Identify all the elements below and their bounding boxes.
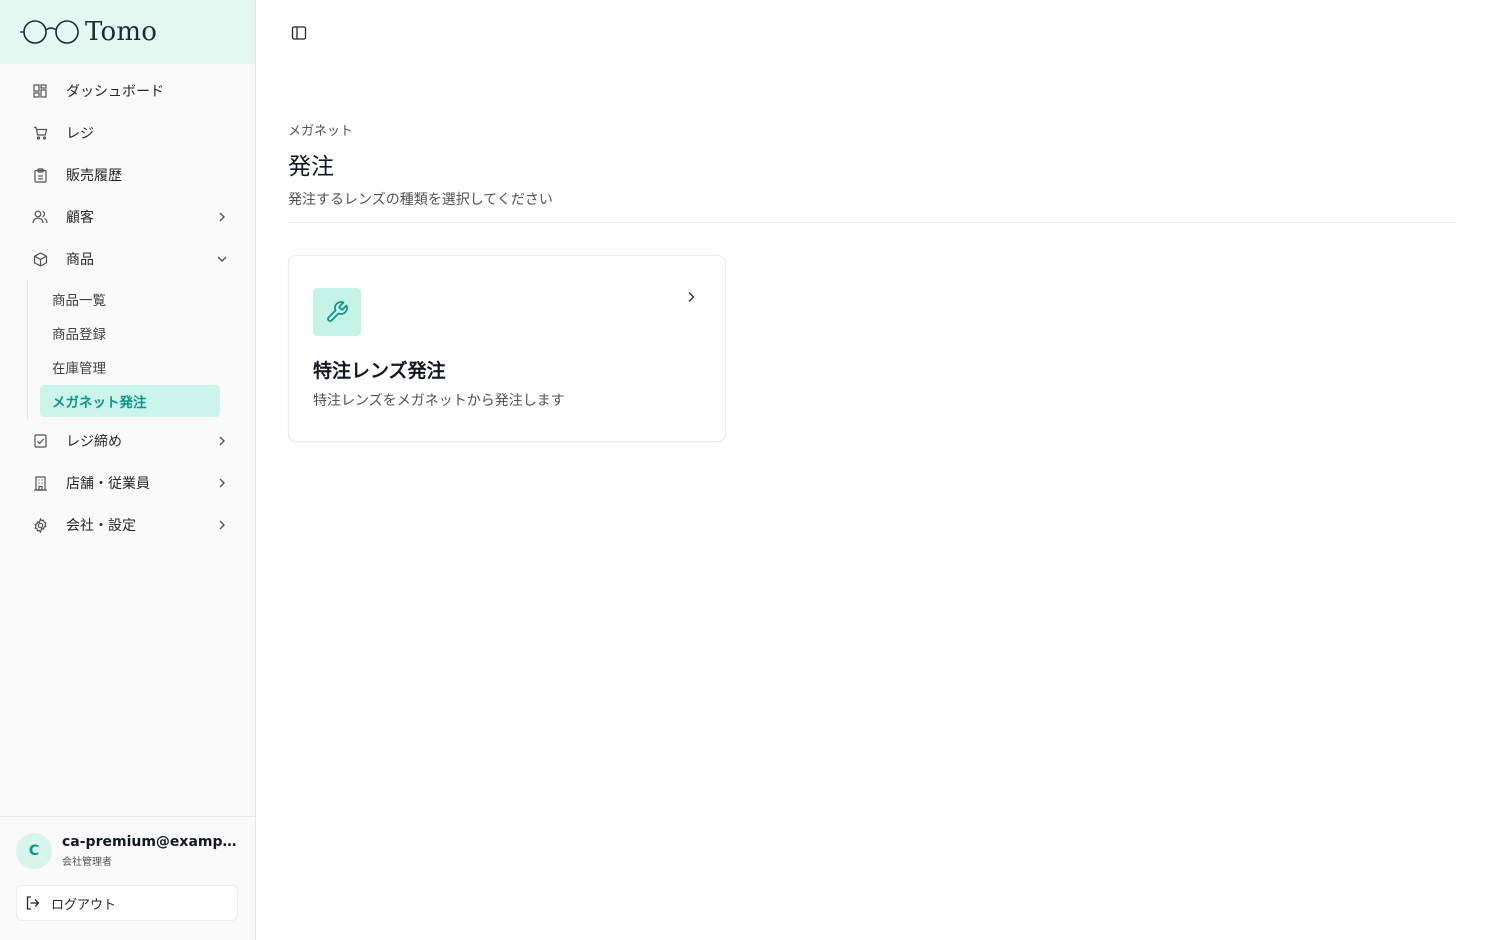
chevron-right-icon [215,434,229,448]
products-subnav: 商品一覧 商品登録 在庫管理 メガネット発注 [27,280,255,420]
chevron-down-icon [215,252,229,266]
sidebar-item-label: 販売履歴 [66,168,122,184]
sidebar-item-dashboard[interactable]: ダッシュボード [0,70,255,112]
sidebar-item-products[interactable]: 商品 [0,238,255,280]
logout-label: ログアウト [51,897,117,913]
clipboard-icon [32,167,48,183]
user-role: 会社管理者 [62,857,112,868]
sidebar-item-label: 商品 [66,252,94,268]
sidebar-item-label: 店舗・従業員 [66,476,150,492]
sidebar-item-register-closing[interactable]: レジ締め [0,420,255,462]
sidebar-item-stores-staff[interactable]: 店舗・従業員 [0,462,255,504]
sidebar-subitem-product-list[interactable]: 商品一覧 [40,282,220,316]
sidebar-item-label: 会社・設定 [66,518,136,534]
header-divider [288,222,1456,223]
main-content: メガネット 発注 発注するレンズの種類を選択してください 特注レンズ発注 特注レ… [256,0,1504,940]
card-icon-box [313,288,361,336]
sidebar-toggle-button[interactable] [290,24,308,42]
package-icon [32,251,48,267]
avatar: C [16,833,52,869]
sidebar-item-label: ダッシュボード [66,84,164,100]
card-title: 特注レンズ発注 [313,360,446,382]
custom-lens-order-card[interactable]: 特注レンズ発注 特注レンズをメガネットから発注します [288,255,726,442]
logout-icon [25,895,41,911]
wrench-icon [327,301,348,322]
sidebar-subitem-inventory[interactable]: 在庫管理 [40,350,220,384]
building-icon [32,475,48,491]
logout-button[interactable]: ログアウト [16,885,238,921]
page-subtitle: 発注するレンズの種類を選択してください [288,192,553,208]
app-root: Tomo ダッシュボード レジ 販売履歴 顧客 商品 商品一覧 商品登録 在庫管… [0,0,1504,940]
sidebar-item-company-settings[interactable]: 会社・設定 [0,504,255,546]
sidebar-item-label: レジ [66,126,94,142]
sidebar: Tomo ダッシュボード レジ 販売履歴 顧客 商品 商品一覧 商品登録 在庫管… [0,0,256,940]
sidebar-subitem-meganet-order[interactable]: メガネット発注 [40,385,220,417]
chevron-right-icon [215,476,229,490]
gear-icon [32,517,48,533]
page-title: 発注 [288,154,334,180]
user-email: ca-premium@example.com [62,834,237,850]
sidebar-subitem-product-register[interactable]: 商品登録 [40,316,220,350]
chevron-right-icon [215,210,229,224]
page-header: メガネット 発注 発注するレンズの種類を選択してください [288,120,1456,209]
user-info: ca-premium@example.com 会社管理者 [62,834,237,868]
sidebar-item-register[interactable]: レジ [0,112,255,154]
chevron-right-icon [683,289,699,305]
chevron-right-icon [215,518,229,532]
sidebar-item-sales-history[interactable]: 販売履歴 [0,154,255,196]
checklist-icon [32,433,48,449]
glasses-icon [20,20,79,44]
dashboard-icon [32,83,48,99]
card-description: 特注レンズをメガネットから発注します [313,393,565,409]
sidebar-item-label: 顧客 [66,210,94,226]
sidebar-nav: ダッシュボード レジ 販売履歴 顧客 商品 商品一覧 商品登録 在庫管理 メガネ… [0,64,255,546]
user-profile[interactable]: C ca-premium@example.com 会社管理者 [16,833,239,869]
brand-name: Tomo [85,17,158,47]
sidebar-footer: C ca-premium@example.com 会社管理者 ログアウト [0,816,255,940]
brand-logo[interactable]: Tomo [0,0,255,64]
cart-icon [32,125,48,141]
breadcrumb: メガネット [288,124,354,139]
sidebar-item-customers[interactable]: 顧客 [0,196,255,238]
panel-left-icon [291,26,307,40]
sidebar-item-label: レジ締め [66,434,122,450]
users-icon [32,209,48,225]
